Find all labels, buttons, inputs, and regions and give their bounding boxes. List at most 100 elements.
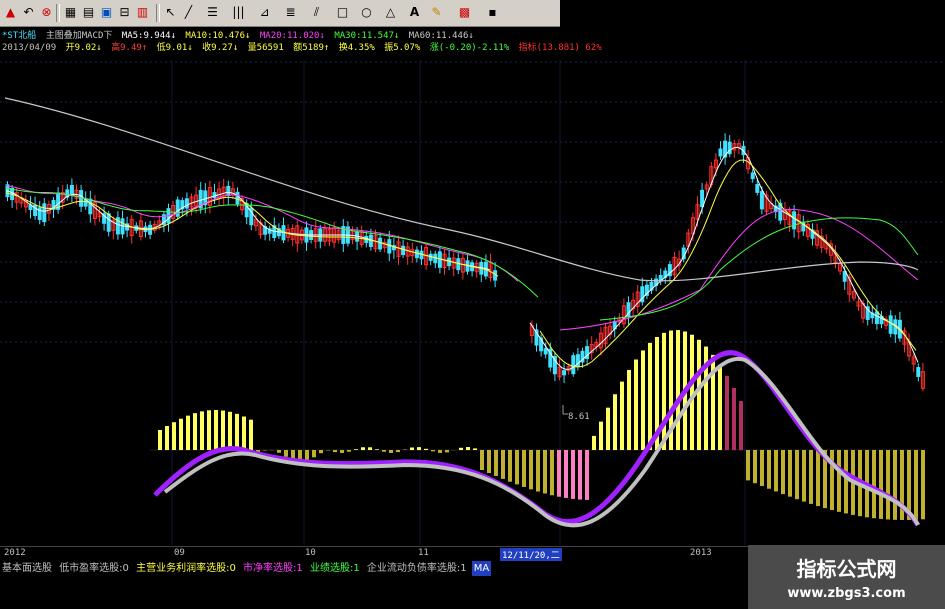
macd-histogram-bar <box>340 450 344 453</box>
macd-histogram-bar <box>347 450 351 452</box>
macd-histogram-bar <box>459 447 463 450</box>
back-icon[interactable]: ↶ <box>20 4 37 21</box>
macd-histogram-bar <box>333 450 337 453</box>
macd-histogram-bar <box>312 450 316 458</box>
fullscreen-icon[interactable]: ▲ <box>2 4 19 21</box>
macd-histogram-bar <box>487 450 491 473</box>
macd-histogram-bar <box>557 450 561 497</box>
low-price-label: 8.61 <box>568 412 590 422</box>
formula-item[interactable]: 企业流动负债率选股:1 <box>365 561 469 576</box>
candle-body <box>235 191 240 205</box>
macd-histogram-bar <box>536 450 540 492</box>
macd-histogram-bar <box>249 419 253 450</box>
macd-histogram-bar <box>424 448 428 450</box>
macd-histogram-bar <box>221 410 225 450</box>
formula-item[interactable]: 低市盈率选股:0 <box>57 561 131 576</box>
macd-histogram-bar <box>816 450 820 507</box>
candle-body <box>106 213 111 232</box>
macd-histogram-bar <box>914 450 918 520</box>
macd-histogram-bar <box>508 450 512 482</box>
formula-item[interactable]: 业绩选股:1 <box>308 561 362 576</box>
channel2-icon[interactable]: ⫽ <box>308 4 325 21</box>
formula-item[interactable]: 市净率选股:1 <box>241 561 305 576</box>
formula-item[interactable]: 基本面选股 <box>0 561 54 576</box>
ellipse-icon[interactable]: ○ <box>358 4 375 21</box>
macd-histogram-bar <box>200 411 204 450</box>
arrow-icon[interactable]: ▥ <box>134 4 151 21</box>
macd-histogram-bar <box>179 418 183 450</box>
watermark: 指标公式网 www.zbgs3.com <box>748 545 945 609</box>
macd-histogram-bar <box>543 450 547 494</box>
watermark-title: 指标公式网 <box>796 557 897 581</box>
candle-body <box>69 184 74 196</box>
axis-label: 11 <box>418 548 429 558</box>
candle-body <box>387 239 392 254</box>
macd-histogram-bar <box>473 448 477 450</box>
kline-macd-chart[interactable]: 8.61 <box>0 40 945 546</box>
macd-histogram-bar <box>480 450 484 470</box>
macd-histogram-bar <box>578 450 582 500</box>
pin-icon[interactable]: ⊟ <box>116 4 133 21</box>
lock-icon[interactable]: ⊗ <box>38 4 55 21</box>
macd-histogram-bar <box>613 394 617 450</box>
macd-histogram-bar <box>732 387 736 450</box>
macd-histogram-bar <box>641 350 645 450</box>
rect-icon[interactable]: □ <box>334 4 351 21</box>
list-icon[interactable]: ▤ <box>80 4 97 21</box>
grid-icon[interactable]: ▦ <box>62 4 79 21</box>
macd-histogram-bar <box>606 407 610 450</box>
candle-body <box>888 315 893 334</box>
macd-histogram-bar <box>585 450 589 500</box>
triangle-icon[interactable]: △ <box>382 4 399 21</box>
macd-histogram-bar <box>662 332 666 450</box>
formula-item[interactable]: MA <box>471 561 492 576</box>
save-icon[interactable]: ▪ <box>484 4 501 21</box>
macd-histogram-bar <box>837 450 841 512</box>
macd-histogram-bar <box>886 450 890 520</box>
text-icon[interactable]: A <box>406 4 423 21</box>
candle-body <box>226 185 231 197</box>
color-icon[interactable]: ▩ <box>456 4 473 21</box>
macd-histogram-bar <box>305 450 309 461</box>
candlesticks <box>5 133 925 392</box>
macd-histogram-bar <box>410 447 414 450</box>
vline-icon[interactable]: ||| <box>230 4 247 21</box>
macd-histogram-bar <box>781 450 785 495</box>
eraser-icon[interactable]: ✎ <box>428 4 445 21</box>
candle-body <box>562 370 567 376</box>
macd-histogram-bar <box>725 375 729 450</box>
macd-histogram-bar <box>788 450 792 497</box>
candle-body <box>184 198 189 209</box>
macd-histogram-bar <box>382 450 386 452</box>
cursor-icon[interactable]: ↖ <box>162 4 179 21</box>
candle-body <box>718 148 723 157</box>
fan-icon[interactable]: ⊿ <box>256 4 273 21</box>
macd-histogram-bar <box>879 450 883 519</box>
macd-panel <box>150 330 925 528</box>
axis-cursor-label: 12/11/20,二 <box>500 548 562 561</box>
macd-histogram-bar <box>795 450 799 500</box>
macd-histogram-bar <box>620 381 624 450</box>
channel-icon[interactable]: ≣ <box>282 4 299 21</box>
period-icon[interactable]: ☰ <box>204 4 221 21</box>
macd-histogram-bar <box>809 450 813 504</box>
candle-body <box>88 198 93 215</box>
macd-histogram-bar <box>746 450 750 481</box>
macd-histogram-bar <box>214 410 218 450</box>
macd-histogram-bar <box>529 450 533 490</box>
macd-histogram-bar <box>697 339 701 450</box>
axis-label: 10 <box>305 548 316 558</box>
macd-histogram-bar <box>445 450 449 453</box>
macd-histogram-bar <box>739 401 743 450</box>
macd-histogram-bar <box>515 450 519 485</box>
macd-histogram-bar <box>158 430 162 450</box>
macd-histogram-bar <box>235 413 239 450</box>
formula-item[interactable]: 主营业务利润率选股:0 <box>134 561 238 576</box>
macd-histogram-bar <box>375 449 379 450</box>
drawing-toolbar: ▲ ↶ ⊗ ▦ ▤ ▣ ⊟ ▥ ↖ ╱ ☰ ||| ⊿ ≣ ⫽ □ ○ △ A … <box>0 0 560 27</box>
macd-histogram-bar <box>431 450 435 452</box>
macd-histogram-bar <box>228 411 232 450</box>
window-icon[interactable]: ▣ <box>98 4 115 21</box>
candle-body <box>759 191 764 210</box>
line-icon[interactable]: ╱ <box>180 4 197 21</box>
